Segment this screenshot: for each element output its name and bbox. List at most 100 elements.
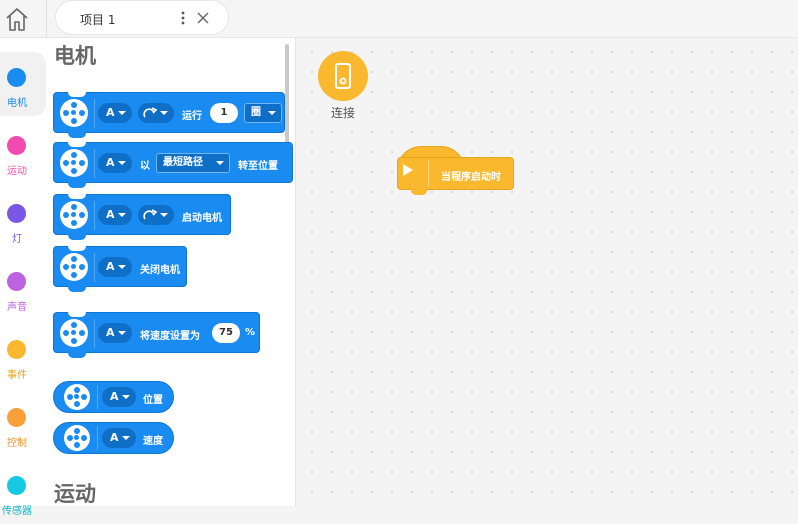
port-value: A <box>106 326 115 339</box>
block-run-motor[interactable]: A 运行 1 圈 <box>53 92 285 138</box>
block-set-speed[interactable]: A 将速度设置为 75 % <box>53 312 260 358</box>
palette-scrollbar[interactable] <box>285 44 289 152</box>
block-notch-top <box>68 142 86 147</box>
block-label: 将速度设置为 <box>140 331 200 342</box>
category-label: 运动 <box>7 166 27 177</box>
motor-icon <box>64 425 90 451</box>
block-label: 转至位置 <box>238 161 278 172</box>
section-title-motor: 电机 <box>54 44 96 68</box>
category-control[interactable]: 控制 <box>0 392 46 456</box>
port-dropdown[interactable]: A <box>98 323 132 343</box>
port-dropdown[interactable]: A <box>98 257 132 277</box>
path-mode-dropdown[interactable]: 最短路径 <box>156 153 230 173</box>
category-sensors[interactable]: 传感器 <box>0 460 46 524</box>
hub-device-icon <box>335 63 351 89</box>
unit-dropdown[interactable]: 圈 <box>244 103 282 123</box>
port-value: A <box>110 390 119 403</box>
category-motor[interactable]: 电机 <box>0 52 46 116</box>
block-label-prefix: 以 <box>140 161 150 172</box>
code-canvas[interactable] <box>296 38 798 506</box>
port-dropdown[interactable]: A <box>98 103 132 123</box>
category-events[interactable]: 事件 <box>0 324 46 388</box>
category-label: 传感器 <box>2 506 32 517</box>
category-sound[interactable]: 声音 <box>0 256 46 320</box>
motor-icon <box>60 319 88 347</box>
port-dropdown[interactable]: A <box>98 153 132 173</box>
category-dot <box>7 68 26 87</box>
block-divider <box>94 149 95 178</box>
hat-block-notch <box>411 189 427 195</box>
category-dot <box>7 136 26 155</box>
reporter-label: 速度 <box>143 436 163 447</box>
tab-project[interactable]: 项目 1 <box>55 0 229 35</box>
category-motion[interactable]: 运动 <box>0 120 46 184</box>
play-icon <box>403 164 413 176</box>
speed-unit-label: % <box>245 327 256 338</box>
block-notch-top <box>68 194 86 199</box>
category-label: 声音 <box>7 302 27 313</box>
reporter-label: 位置 <box>143 395 163 406</box>
close-icon <box>197 12 209 24</box>
block-palette: 电机 A 运行 1 圈 A 以 最短路径 转至位置 A 启动电机 A 关闭电机 … <box>48 38 296 506</box>
section-title-motion: 运动 <box>54 482 96 506</box>
block-divider <box>94 319 95 348</box>
category-dot <box>7 340 26 359</box>
category-dot <box>7 408 26 427</box>
block-label: 启动电机 <box>182 213 222 224</box>
port-dropdown[interactable]: A <box>102 387 136 407</box>
block-notch-bottom <box>68 234 86 240</box>
category-light[interactable]: 灯 <box>0 188 46 252</box>
home-button[interactable] <box>0 0 34 38</box>
block-go-to-position[interactable]: A 以 最短路径 转至位置 <box>53 142 293 188</box>
block-divider <box>94 201 95 230</box>
home-icon <box>6 8 28 31</box>
block-start-motor[interactable]: A 启动电机 <box>53 194 231 240</box>
category-dot <box>7 476 26 495</box>
unit-value: 圈 <box>251 107 261 118</box>
block-divider <box>97 385 98 409</box>
port-dropdown[interactable]: A <box>98 205 132 225</box>
block-notch-bottom <box>68 182 86 188</box>
block-divider <box>94 253 95 282</box>
category-bar: 电机 运动 灯 声音 事件 控制 传感器 <box>0 38 48 517</box>
motor-icon <box>60 253 88 281</box>
port-value: A <box>110 431 119 444</box>
clockwise-arrow-icon <box>143 209 158 220</box>
port-value: A <box>106 260 115 273</box>
tab-label: 项目 1 <box>80 13 116 27</box>
motor-icon <box>60 201 88 229</box>
port-value: A <box>106 106 115 119</box>
top-bar: 项目 1 <box>0 0 798 38</box>
reporter-motor-speed[interactable]: A 速度 <box>53 422 174 454</box>
speed-value-input[interactable]: 75 <box>212 323 240 343</box>
block-divider <box>94 99 95 128</box>
tab-close-button[interactable] <box>194 8 212 28</box>
direction-dropdown[interactable] <box>138 103 174 123</box>
category-dot <box>7 204 26 223</box>
block-notch-top <box>68 246 86 251</box>
block-notch-bottom <box>68 132 86 138</box>
rotation-count-input[interactable]: 1 <box>210 103 238 123</box>
category-label: 电机 <box>7 98 27 109</box>
category-label: 灯 <box>12 234 22 245</box>
tab-more-button[interactable] <box>178 7 188 29</box>
direction-dropdown[interactable] <box>138 205 174 225</box>
category-label: 控制 <box>7 438 27 449</box>
port-value: A <box>106 156 115 169</box>
path-mode-value: 最短路径 <box>163 157 203 168</box>
block-stop-motor[interactable]: A 关闭电机 <box>53 246 187 292</box>
connect-button[interactable] <box>318 51 368 101</box>
reporter-motor-position[interactable]: A 位置 <box>53 381 174 413</box>
block-notch-top <box>68 92 86 97</box>
block-label: 关闭电机 <box>140 265 180 276</box>
motor-icon <box>60 149 88 177</box>
port-value: A <box>106 208 115 221</box>
block-notch-top <box>68 312 86 317</box>
block-label: 运行 <box>182 111 202 122</box>
clockwise-arrow-icon <box>143 107 158 118</box>
more-vertical-icon <box>181 11 185 25</box>
motor-icon <box>60 99 88 127</box>
category-label: 事件 <box>7 370 27 381</box>
port-dropdown[interactable]: A <box>102 428 136 448</box>
motor-icon <box>64 384 90 410</box>
